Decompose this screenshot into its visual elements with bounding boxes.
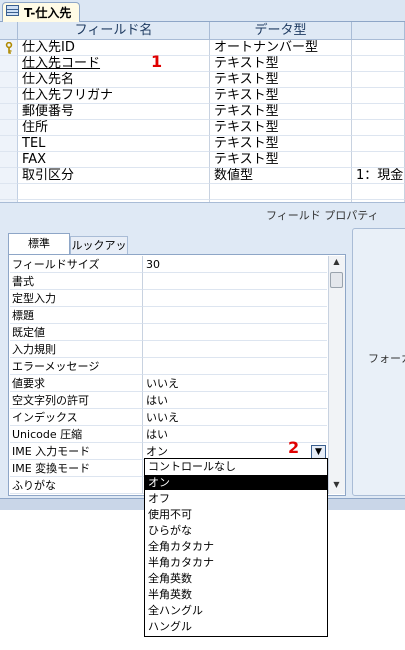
row-selector[interactable] bbox=[0, 184, 18, 200]
description-cell[interactable] bbox=[352, 104, 405, 120]
annotation-2: 2 bbox=[288, 438, 300, 457]
data-type-cell[interactable] bbox=[210, 184, 352, 200]
property-value[interactable] bbox=[143, 290, 327, 307]
description-cell[interactable] bbox=[352, 136, 405, 152]
property-label: エラーメッセージ bbox=[10, 358, 143, 375]
property-label: IME 入力モード bbox=[10, 443, 143, 460]
property-label: 空文字列の許可 bbox=[10, 392, 143, 409]
property-label: 書式 bbox=[10, 273, 143, 290]
scrollbar-thumb[interactable] bbox=[330, 272, 343, 288]
property-label: フィールドサイズ bbox=[10, 256, 143, 273]
annotation-1: 1 bbox=[151, 52, 163, 71]
row-selector[interactable] bbox=[0, 152, 18, 168]
dropdown-option[interactable]: ひらがな bbox=[145, 523, 327, 538]
property-label: Unicode 圧縮 bbox=[10, 426, 143, 443]
property-value[interactable]: いいえ bbox=[143, 409, 327, 426]
scroll-down-arrow-icon[interactable]: ▼ bbox=[329, 480, 344, 493]
description-cell[interactable]: 1：現金 bbox=[352, 168, 405, 184]
property-value[interactable] bbox=[143, 307, 327, 324]
data-type-cell[interactable]: テキスト型 bbox=[210, 120, 352, 136]
field-properties-title: フィールド プロパティ bbox=[266, 209, 379, 222]
dropdown-option[interactable]: コントロールなし bbox=[145, 459, 327, 474]
property-label: IME 変換モード bbox=[10, 460, 143, 477]
property-value[interactable] bbox=[143, 273, 327, 290]
dropdown-option[interactable]: 半角英数 bbox=[145, 587, 327, 602]
column-header-field-name: フィールド名 bbox=[18, 22, 210, 40]
row-selector[interactable] bbox=[0, 104, 18, 120]
tab-general[interactable]: 標準 bbox=[8, 233, 70, 255]
description-cell[interactable] bbox=[352, 184, 405, 200]
field-name-cell[interactable] bbox=[18, 184, 210, 200]
property-label: インデックス bbox=[10, 409, 143, 426]
field-name-cell[interactable]: 郵便番号 bbox=[18, 104, 210, 120]
scroll-up-arrow-icon[interactable]: ▲ bbox=[329, 257, 344, 270]
primary-key-icon bbox=[5, 42, 13, 54]
data-type-cell[interactable]: テキスト型 bbox=[210, 104, 352, 120]
dropdown-option[interactable]: 全角カタカナ bbox=[145, 539, 327, 554]
dropdown-option[interactable]: オフ bbox=[145, 491, 327, 506]
dropdown-option[interactable]: 半角カタカナ bbox=[145, 555, 327, 570]
description-cell[interactable] bbox=[352, 72, 405, 88]
field-name-cell[interactable]: TEL bbox=[18, 136, 210, 152]
row-selector[interactable] bbox=[0, 168, 18, 184]
property-value[interactable] bbox=[143, 324, 327, 341]
description-cell[interactable] bbox=[352, 56, 405, 72]
data-type-cell[interactable]: テキスト型 bbox=[210, 136, 352, 152]
property-scrollbar[interactable] bbox=[328, 256, 345, 494]
description-cell[interactable] bbox=[352, 120, 405, 136]
description-cell[interactable] bbox=[352, 40, 405, 56]
property-label: 値要求 bbox=[10, 375, 143, 392]
dropdown-option[interactable]: 全角英数 bbox=[145, 571, 327, 586]
field-name-cell[interactable]: 住所 bbox=[18, 120, 210, 136]
row-selector[interactable] bbox=[0, 136, 18, 152]
column-header-data-type: データ型 bbox=[210, 22, 352, 40]
data-type-cell[interactable]: テキスト型 bbox=[210, 72, 352, 88]
property-value[interactable]: はい bbox=[143, 426, 327, 443]
property-value[interactable] bbox=[143, 358, 327, 375]
property-help-text: フォーカス bbox=[368, 352, 405, 365]
column-header-description bbox=[352, 22, 405, 40]
property-value[interactable]: いいえ bbox=[143, 375, 327, 392]
description-cell[interactable] bbox=[352, 152, 405, 168]
field-name-cell[interactable]: 取引区分 bbox=[18, 168, 210, 184]
property-label: 定型入力 bbox=[10, 290, 143, 307]
property-label: 既定値 bbox=[10, 324, 143, 341]
field-name-cell[interactable]: FAX bbox=[18, 152, 210, 168]
field-name-cell[interactable]: 仕入先名 bbox=[18, 72, 210, 88]
dropdown-option[interactable]: ハングル bbox=[145, 619, 327, 634]
field-name-cell[interactable]: 仕入先ID bbox=[18, 40, 210, 56]
data-type-cell[interactable]: 数値型 bbox=[210, 168, 352, 184]
grid-header-corner bbox=[0, 22, 18, 40]
table-tab-label: T-仕入先 bbox=[24, 6, 72, 20]
field-name-cell[interactable]: 仕入先フリガナ bbox=[18, 88, 210, 104]
row-selector[interactable] bbox=[0, 120, 18, 136]
property-label: 入力規則 bbox=[10, 341, 143, 358]
tab-lookup[interactable]: ルックアップ bbox=[70, 236, 128, 270]
property-value[interactable]: 30 bbox=[143, 256, 327, 273]
chevron-down-icon: ▼ bbox=[315, 447, 322, 457]
property-label: ふりがな bbox=[10, 477, 143, 494]
row-selector[interactable] bbox=[0, 56, 18, 72]
dropdown-option[interactable]: 使用不可 bbox=[145, 507, 327, 522]
row-selector[interactable] bbox=[0, 72, 18, 88]
field-name-cell[interactable]: 仕入先コード bbox=[18, 56, 210, 72]
data-type-cell[interactable]: テキスト型 bbox=[210, 152, 352, 168]
description-cell[interactable] bbox=[352, 88, 405, 104]
dropdown-option[interactable]: 全ハングル bbox=[145, 603, 327, 618]
property-value[interactable]: はい bbox=[143, 392, 327, 409]
dropdown-option[interactable]: オン bbox=[145, 475, 327, 490]
property-label: 標題 bbox=[10, 307, 143, 324]
property-value[interactable] bbox=[143, 341, 327, 358]
row-selector[interactable] bbox=[0, 88, 18, 104]
data-type-cell[interactable]: テキスト型 bbox=[210, 56, 352, 72]
table-icon bbox=[6, 5, 19, 16]
data-type-cell[interactable]: テキスト型 bbox=[210, 88, 352, 104]
data-type-cell[interactable]: オートナンバー型 bbox=[210, 40, 352, 56]
